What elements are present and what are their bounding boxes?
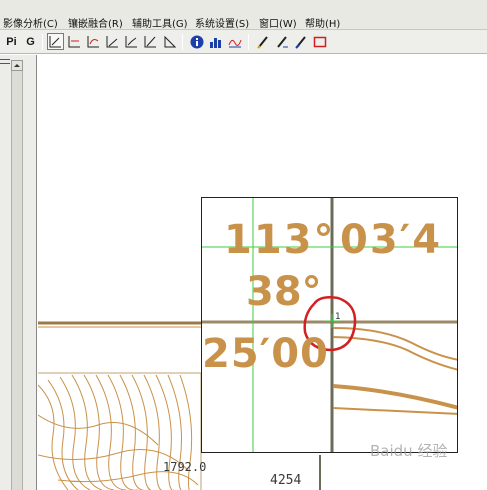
magnified-contour [332,384,457,410]
info-button[interactable] [188,33,205,50]
menu-help[interactable]: 帮助(H) [305,15,340,30]
latitude-text: 38° [246,269,322,315]
axis-curve-tool-button[interactable] [85,33,102,50]
toolbar-separator [42,34,43,50]
histogram-icon [209,37,221,48]
degree-text: 113° [224,217,336,263]
point-number-label: 1 [335,312,341,322]
menu-bar: 影像分析(C) 镶嵌融合(R) 辅助工具(G) 系统设置(S) 窗口(W) 帮助… [0,0,487,30]
panel-divider [0,59,10,60]
pi-label: Pi [6,35,17,48]
toolbar-separator [182,34,183,50]
magnified-contour [332,407,457,415]
scroll-up-arrow[interactable] [11,60,23,71]
baidu-watermark: Baidu 经验 [370,442,448,460]
menu-mosaic-fusion[interactable]: 镶嵌融合(R) [68,15,123,30]
pen-edit-tool-button[interactable] [273,33,290,50]
axis-line-icon [49,36,61,48]
toolbar: Pi G [0,30,487,54]
contour-elevation-label: 1792.0 [163,460,207,474]
profile-curve-button[interactable] [226,33,243,50]
info-icon [190,35,203,48]
axis-diagonal-tool-button[interactable] [142,33,159,50]
left-panel-scrollbar[interactable] [11,71,23,490]
chevron-up-icon [14,64,20,67]
axis-slope-tool-button[interactable] [104,33,121,50]
axis-curve-icon [87,36,99,48]
g-label: G [26,35,35,48]
menu-image-analysis[interactable]: 影像分析(C) [3,15,58,30]
latitude-minutes-text: 25′00 [202,331,329,377]
profile-curve-icon [228,39,241,47]
g-button[interactable]: G [22,33,39,50]
grid-number-label: 4254 [270,473,302,488]
pen-tool-button[interactable] [254,33,271,50]
magnified-contour [332,327,457,361]
axis-line-tool-button[interactable] [47,33,64,50]
panel-divider [0,63,10,64]
menu-window[interactable]: 窗口(W) [259,15,297,30]
axis-slope-icon [106,36,118,48]
axis-rise-tool-button[interactable] [123,33,140,50]
magnified-contour [332,336,457,371]
axis-rise-icon [125,36,137,48]
rectangle-tool-button[interactable] [311,33,328,50]
menu-aux-tools[interactable]: 辅助工具(G) [132,15,188,30]
rectangle-icon [313,36,326,47]
triangle-tool-button[interactable] [161,33,178,50]
pen-icon [256,35,268,49]
menu-system-settings[interactable]: 系统设置(S) [195,15,249,30]
magnifier-window[interactable]: 113° 03′4 38° 25′00 1 [201,197,458,453]
pen-line-tool-button[interactable] [292,33,309,50]
histogram-button[interactable] [207,33,224,50]
minutes-text: 03′4 [340,217,443,263]
axis-flat-icon [68,36,80,48]
pi-button[interactable]: Pi [3,33,20,50]
pen-edit-icon [276,35,288,48]
triangle-icon [164,35,176,48]
toolbar-separator [248,34,249,50]
axis-flat-tool-button[interactable] [66,33,83,50]
pen-line-icon [294,35,306,49]
left-panel [0,55,37,490]
axis-diagonal-icon [144,36,156,48]
